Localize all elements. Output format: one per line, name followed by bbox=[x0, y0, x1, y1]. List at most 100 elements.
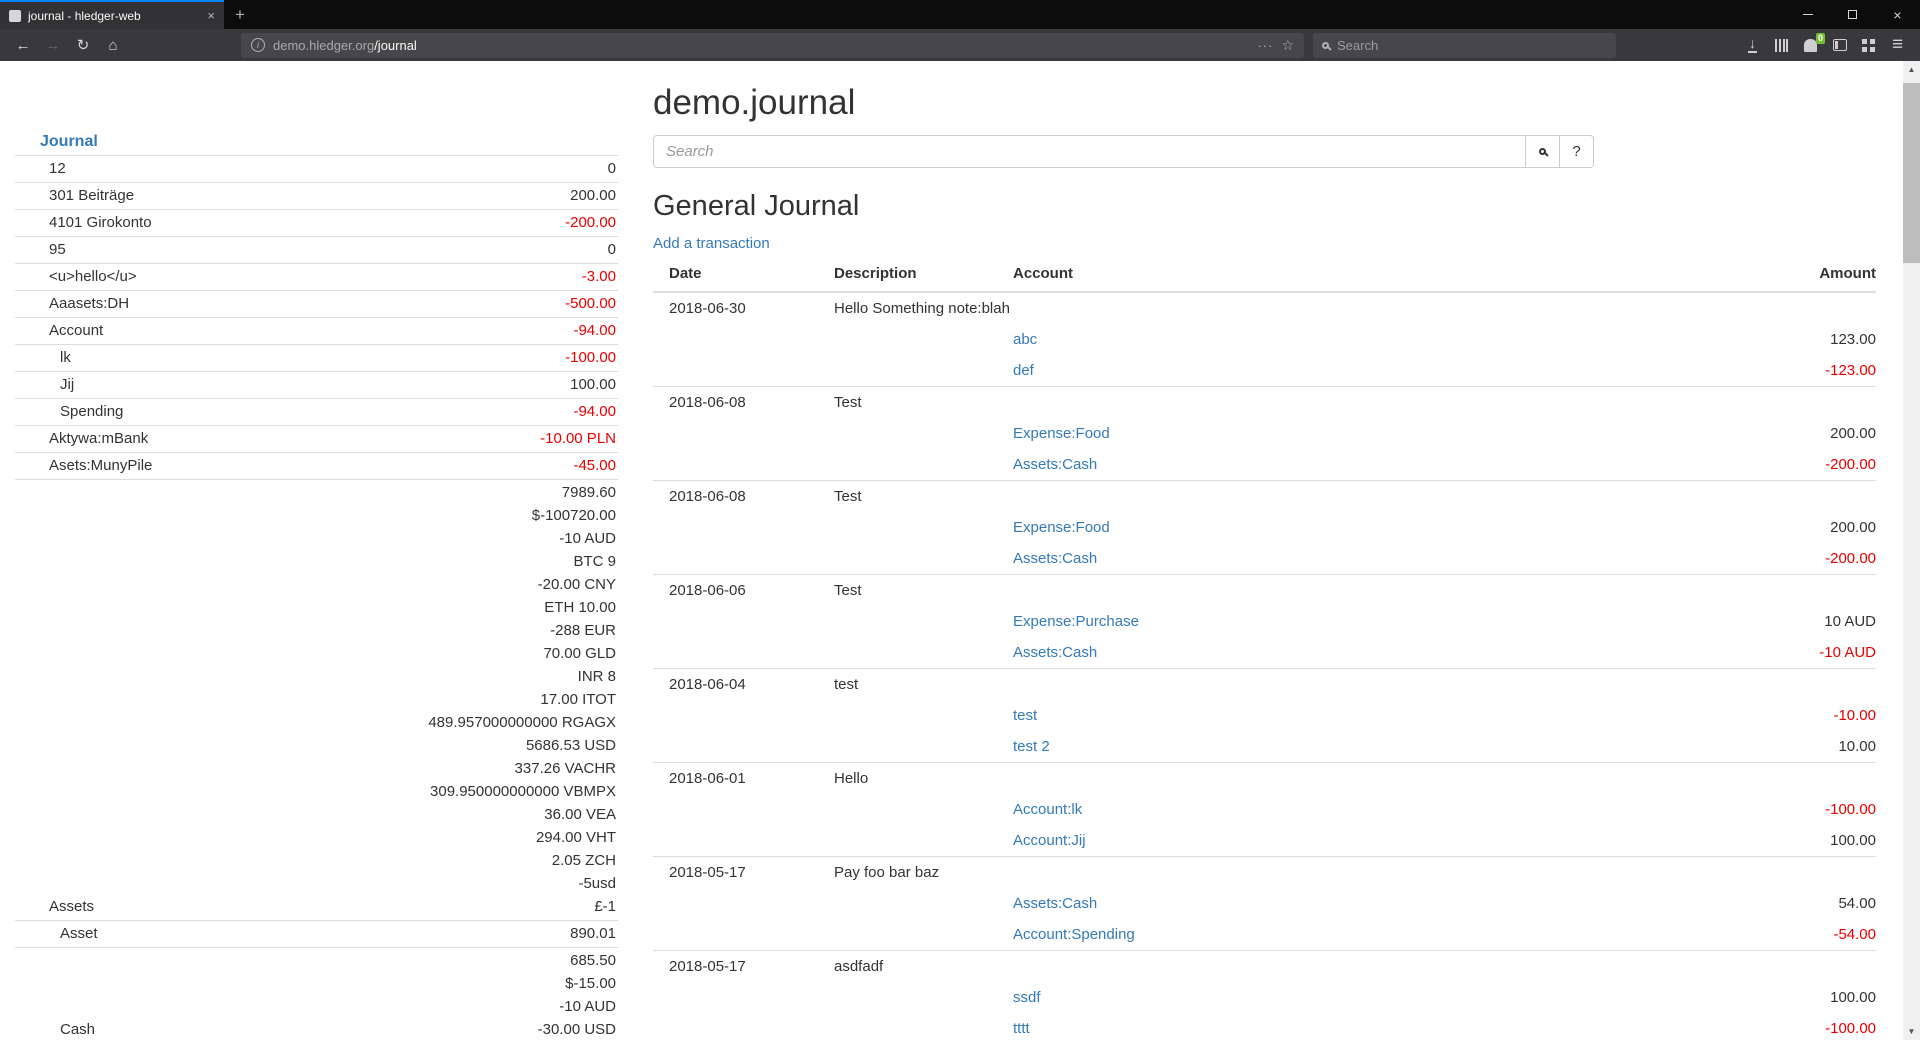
site-info-icon[interactable]: i bbox=[251, 38, 265, 52]
sidebar-account-link[interactable]: Asset bbox=[15, 922, 98, 945]
scrollbar[interactable]: ▲ ▼ bbox=[1903, 61, 1920, 1040]
sidebar-account-link[interactable]: 301 Beiträge bbox=[15, 184, 134, 207]
sidebar-account-link[interactable]: Cash bbox=[15, 1018, 95, 1040]
sidebar-toggle-button[interactable] bbox=[1825, 31, 1854, 59]
browser-window: journal - hledger-web × + × ← → ↻ ⌂ i de… bbox=[0, 0, 1920, 1040]
posting-account-link[interactable]: Assets:Cash bbox=[1013, 895, 1097, 912]
posting-account-link[interactable]: Account:Spending bbox=[1013, 926, 1135, 943]
transaction-date: 2018-06-30 bbox=[653, 293, 834, 324]
posting-account-link[interactable]: Account:Jij bbox=[1013, 832, 1086, 849]
posting-account-link[interactable]: Assets:Cash bbox=[1013, 456, 1097, 473]
main-content: demo.journal ? General Journal Add a tra… bbox=[653, 61, 1876, 1040]
url-domain: demo.hledger.org bbox=[273, 38, 374, 53]
sidebar-account-balance: -3.00 bbox=[582, 265, 618, 288]
sidebar-account-balance: -100.00 bbox=[565, 346, 618, 369]
sidebar-icon bbox=[1833, 39, 1847, 51]
posting-row: Expense:Purchase10 AUD bbox=[653, 606, 1876, 637]
sidebar-account-link[interactable]: <u>hello</u> bbox=[15, 265, 137, 288]
tab-title: journal - hledger-web bbox=[28, 9, 200, 23]
url-bar[interactable]: i demo.hledger.org/journal ··· ☆ bbox=[241, 33, 1304, 58]
sidebar-account-row: Aaasets:DH -500.00 bbox=[15, 291, 618, 318]
page-viewport: Journal 120301 Beiträge200.004101 Giroko… bbox=[0, 61, 1920, 1040]
sidebar-account-row: 4101 Girokonto-200.00 bbox=[15, 210, 618, 237]
home-button[interactable]: ⌂ bbox=[98, 31, 128, 59]
posting-account-link[interactable]: test bbox=[1013, 707, 1037, 724]
posting-account-link[interactable]: ssdf bbox=[1013, 989, 1041, 1006]
balance-amount: 685.50 bbox=[538, 949, 616, 972]
scroll-down-arrow[interactable]: ▼ bbox=[1903, 1023, 1920, 1040]
posting-account-link[interactable]: Account:lk bbox=[1013, 801, 1082, 818]
scroll-up-arrow[interactable]: ▲ bbox=[1903, 61, 1920, 78]
posting-amount: -10.00 bbox=[1656, 700, 1876, 731]
balance-amount: -10.00 PLN bbox=[540, 427, 616, 450]
posting-row: Assets:Cash-10 AUD bbox=[653, 637, 1876, 668]
scrollbar-thumb[interactable] bbox=[1903, 83, 1920, 263]
browser-tab[interactable]: journal - hledger-web × bbox=[0, 0, 224, 29]
sidebar-journal-link[interactable]: Journal bbox=[40, 133, 98, 150]
toolbar-icons: ↓ 0 ≡ bbox=[1738, 31, 1912, 59]
sidebar-account-link[interactable]: 4101 Girokonto bbox=[15, 211, 152, 234]
sidebar-heading-row: Journal bbox=[15, 131, 618, 156]
transaction-header-row: 2018-06-30Hello Something note:blah bbox=[653, 293, 1876, 324]
sidebar-account-link[interactable]: Asets:MunyPile bbox=[15, 454, 152, 477]
posting-row: Expense:Food 200.00 bbox=[653, 418, 1876, 449]
apps-button[interactable] bbox=[1854, 31, 1883, 59]
library-button[interactable] bbox=[1767, 31, 1796, 59]
journal-search-button[interactable] bbox=[1526, 135, 1560, 168]
col-header-date: Date bbox=[653, 259, 834, 291]
posting-account-link[interactable]: Assets:Cash bbox=[1013, 550, 1097, 567]
journal-table-body: 2018-06-30Hello Something note:blah abc 12… bbox=[653, 293, 1876, 1040]
posting-account-link[interactable]: Assets:Cash bbox=[1013, 644, 1097, 661]
sidebar-account-link[interactable]: Account bbox=[15, 319, 103, 342]
posting-account-link[interactable]: Expense:Food bbox=[1013, 519, 1110, 536]
journal-search-input[interactable] bbox=[653, 135, 1526, 168]
posting-account-link[interactable]: abc bbox=[1013, 331, 1037, 348]
back-button[interactable]: ← bbox=[8, 31, 38, 59]
transaction-date: 2018-06-01 bbox=[653, 763, 834, 794]
transaction-description: test bbox=[834, 669, 1013, 700]
sidebar-account-link[interactable]: 95 bbox=[15, 238, 66, 261]
posting-account-link[interactable]: tttt bbox=[1013, 1020, 1030, 1037]
posting-account-link[interactable]: Expense:Purchase bbox=[1013, 613, 1139, 630]
add-transaction-link[interactable]: Add a transaction bbox=[653, 235, 770, 252]
posting-row: test 210.00 bbox=[653, 731, 1876, 762]
posting-row: tttt-100.00 bbox=[653, 1013, 1876, 1040]
sidebar-account-link[interactable]: Aaasets:DH bbox=[15, 292, 129, 315]
close-button[interactable]: × bbox=[1875, 0, 1920, 29]
posting-row: abc 123.00 bbox=[653, 324, 1876, 355]
sidebar-account-link[interactable]: lk bbox=[15, 346, 71, 369]
sidebar-account-link[interactable]: Jij bbox=[15, 373, 74, 396]
posting-account-link[interactable]: def bbox=[1013, 362, 1034, 379]
posting-amount: -200.00 bbox=[1656, 449, 1876, 480]
posting-row: Account:lk-100.00 bbox=[653, 794, 1876, 825]
balance-amount: -3.00 bbox=[582, 265, 616, 288]
sidebar-account-row: Asset 890.01 bbox=[15, 921, 618, 948]
page-actions-icon[interactable]: ··· bbox=[1257, 38, 1273, 53]
new-tab-button[interactable]: + bbox=[224, 0, 256, 29]
restore-button[interactable] bbox=[1830, 0, 1875, 29]
bookmark-star-icon[interactable]: ☆ bbox=[1281, 37, 1294, 54]
sidebar-account-link[interactable]: Assets bbox=[15, 895, 94, 918]
search-help-button[interactable]: ? bbox=[1560, 135, 1594, 168]
sidebar-account-link[interactable]: Spending bbox=[15, 400, 123, 423]
posting-amount: 200.00 bbox=[1656, 418, 1876, 449]
sidebar-account-balance: -500.00 bbox=[565, 292, 618, 315]
extension-button[interactable]: 0 bbox=[1796, 31, 1825, 59]
transaction: 2018-06-01HelloAccount:lk-100.00Account:… bbox=[653, 762, 1876, 856]
minimize-button[interactable] bbox=[1785, 0, 1830, 29]
posting-row: def-123.00 bbox=[653, 355, 1876, 386]
sidebar-account-balance: 200.00 bbox=[570, 184, 618, 207]
tab-close-icon[interactable]: × bbox=[207, 8, 215, 23]
browser-search-bar[interactable]: Search bbox=[1313, 33, 1616, 58]
balance-amount: 890.01 bbox=[570, 922, 616, 945]
posting-amount: 123.00 bbox=[1656, 324, 1876, 355]
forward-button[interactable]: → bbox=[38, 31, 68, 59]
balance-amount: 70.00 GLD bbox=[428, 642, 616, 665]
menu-button[interactable]: ≡ bbox=[1883, 31, 1912, 59]
downloads-button[interactable]: ↓ bbox=[1738, 31, 1767, 59]
sidebar-account-link[interactable]: Aktywa:mBank bbox=[15, 427, 148, 450]
posting-account-link[interactable]: test 2 bbox=[1013, 738, 1050, 755]
reload-button[interactable]: ↻ bbox=[68, 31, 98, 59]
posting-account-link[interactable]: Expense:Food bbox=[1013, 425, 1110, 442]
sidebar-account-link[interactable]: 12 bbox=[15, 157, 66, 180]
